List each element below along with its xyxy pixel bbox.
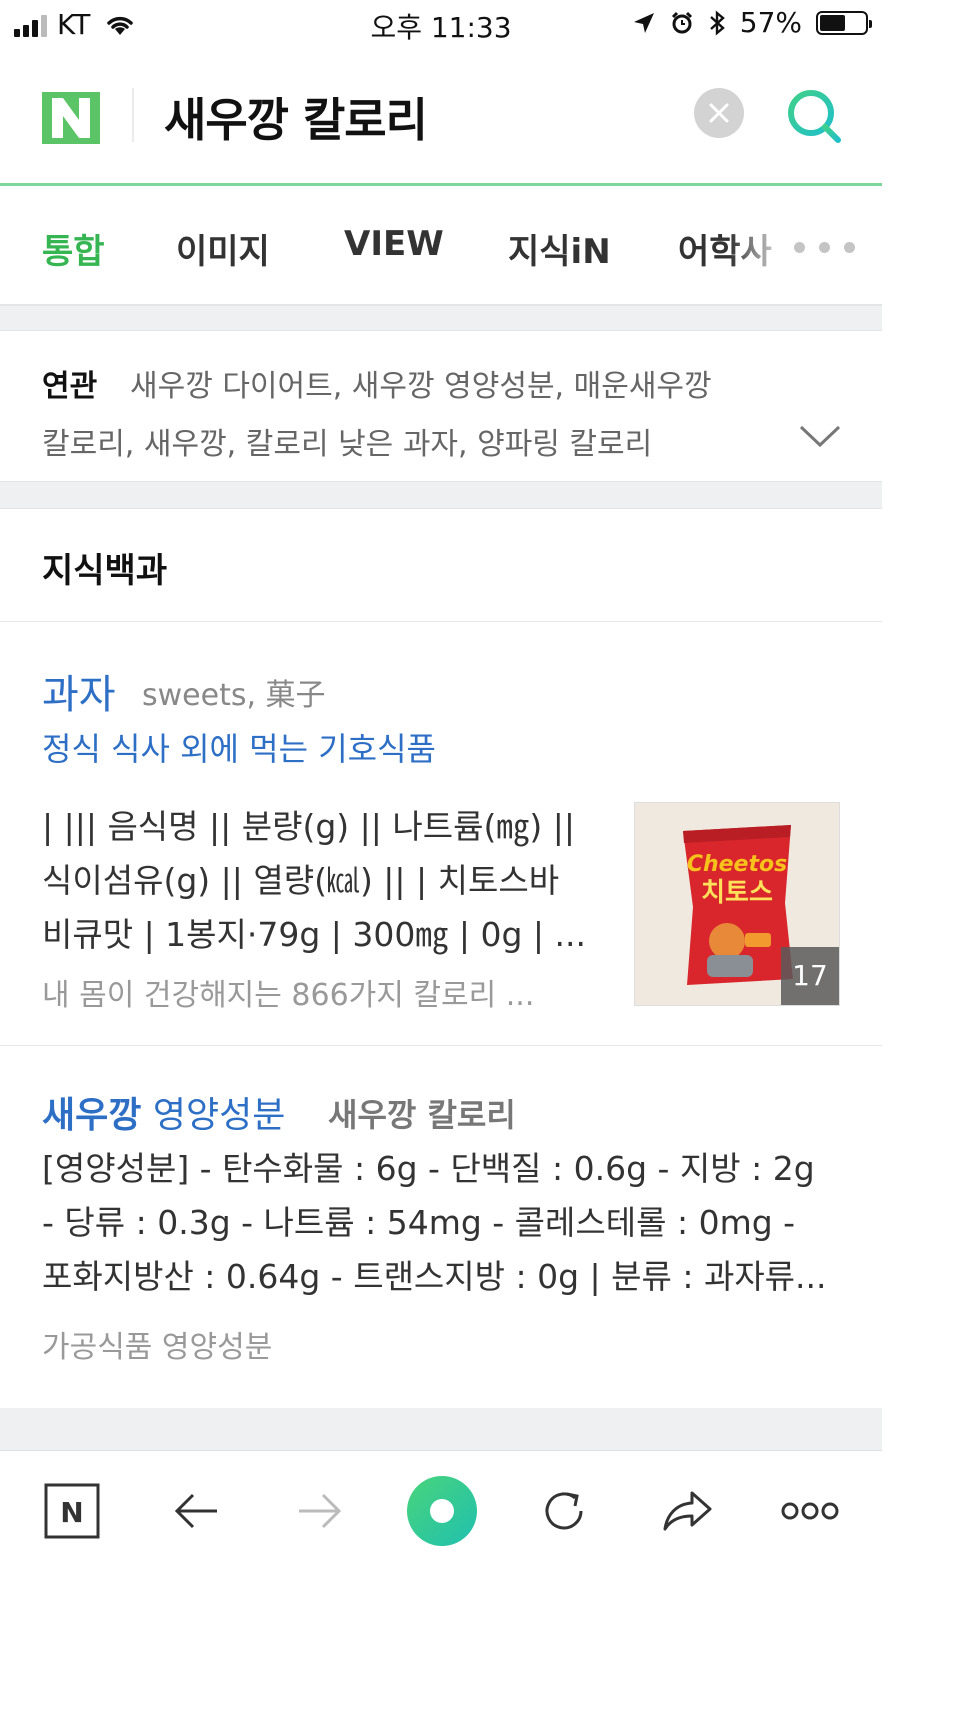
arrow-left-icon xyxy=(174,1493,217,1529)
result-thumbnail[interactable]: Cheetos 치토스 17 xyxy=(634,802,840,1006)
result-snippet: | ||| 음식명 || 분량(g) || 나트륨(㎎) || 식이섬유(g) … xyxy=(42,807,587,954)
battery-icon xyxy=(816,10,872,35)
image-count-badge: 17 xyxy=(781,947,839,1005)
result-card: 과자 sweets, 菓子 정식 식사 외에 먹는 기호식품 | ||| 음식명… xyxy=(0,622,882,1046)
result-title[interactable]: 새우깡 영양성분 xyxy=(42,1086,285,1138)
more-tabs-icon[interactable] xyxy=(794,242,855,253)
search-button[interactable] xyxy=(784,86,844,146)
bluetooth-icon xyxy=(709,9,725,36)
more-icon xyxy=(781,1502,839,1520)
share-button[interactable] xyxy=(648,1473,728,1549)
share-icon xyxy=(663,1491,712,1531)
app-screen: KT 오후 11:33 57% 새우깡 칼로리 통합 이미지 VIEW 지식iN… xyxy=(0,0,882,1718)
status-bar: KT 오후 11:33 57% xyxy=(0,0,882,52)
battery-percent: 57% xyxy=(739,6,802,39)
refresh-button[interactable] xyxy=(524,1473,604,1549)
arrow-right-icon xyxy=(299,1493,342,1529)
result-snippet: [영양성분] - 탄수화물 : 6g - 단백질 : 0.6g - 지방 : 2… xyxy=(42,1149,827,1296)
section-title: 지식백과 xyxy=(42,551,168,591)
result-title[interactable]: 과자 xyxy=(42,662,116,720)
location-arrow-icon xyxy=(633,12,654,33)
header-divider xyxy=(132,88,134,142)
forward-button[interactable] xyxy=(280,1473,360,1549)
tab-images[interactable]: 이미지 xyxy=(176,224,270,273)
home-button[interactable]: N xyxy=(32,1473,112,1549)
related-searches: 연관 새우깡 다이어트, 새우깡 영양성분, 매운새우깡 칼로리, 새우깡, 칼… xyxy=(0,330,882,482)
naver-home-icon: N xyxy=(44,1483,100,1539)
tab-view[interactable]: VIEW xyxy=(344,224,444,264)
naver-logo[interactable] xyxy=(42,92,100,144)
search-icon xyxy=(788,90,841,143)
section-header-encyclopedia: 지식백과 xyxy=(0,508,882,622)
result-description[interactable]: 정식 식사 외에 먹는 기호식품 xyxy=(42,724,436,770)
back-button[interactable] xyxy=(156,1473,236,1549)
green-dot-icon xyxy=(407,1476,477,1546)
result-tag: 새우깡 칼로리 xyxy=(328,1096,516,1134)
search-header: 새우깡 칼로리 xyxy=(0,52,882,186)
svg-text:치토스: 치토스 xyxy=(701,878,773,908)
related-label: 연관 xyxy=(42,369,98,404)
search-input[interactable]: 새우깡 칼로리 xyxy=(164,84,428,150)
alarm-icon xyxy=(671,11,692,33)
close-icon xyxy=(709,103,729,123)
result-source[interactable]: 내 몸이 건강해지는 866가지 칼로리 ... xyxy=(42,970,590,1014)
bottom-toolbar: N xyxy=(0,1450,882,1570)
svg-text:Cheetos: Cheetos xyxy=(687,852,787,877)
related-keywords-line2[interactable]: 칼로리, 새우깡, 칼로리 낮은 과자, 양파링 칼로리 xyxy=(42,419,652,463)
related-keywords-line1[interactable]: 새우깡 다이어트, 새우깡 영양성분, 매운새우깡 xyxy=(130,361,712,405)
refresh-icon xyxy=(545,1492,583,1530)
green-dot-button[interactable] xyxy=(402,1473,482,1549)
result-card: 새우깡 영양성분 새우깡 칼로리 [영양성분] - 탄수화물 : 6g - 단백… xyxy=(0,1046,882,1408)
tab-all[interactable]: 통합 xyxy=(42,224,105,273)
clear-button[interactable] xyxy=(694,88,744,138)
result-source[interactable]: 가공식품 영양성분 xyxy=(42,1322,272,1366)
more-button[interactable] xyxy=(770,1473,850,1549)
chevron-down-icon[interactable] xyxy=(798,421,842,451)
tab-kin[interactable]: 지식iN xyxy=(508,224,611,273)
search-tabs: 통합 이미지 VIEW 지식iN 어학사 xyxy=(0,186,882,306)
svg-text:N: N xyxy=(60,1496,83,1529)
result-subtitle: sweets, 菓子 xyxy=(142,678,326,713)
